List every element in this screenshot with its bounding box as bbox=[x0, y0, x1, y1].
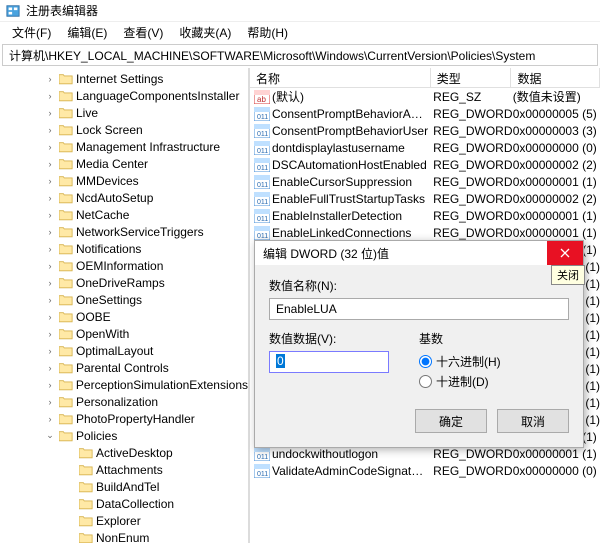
value-data-label: 数值数据(V): bbox=[269, 330, 399, 347]
tree-item[interactable]: ›Notifications bbox=[0, 240, 248, 257]
tree-item[interactable]: ›MMDevices bbox=[0, 172, 248, 189]
address-bar[interactable]: 计算机\HKEY_LOCAL_MACHINE\SOFTWARE\Microsof… bbox=[2, 44, 598, 66]
menu-edit[interactable]: 编辑(E) bbox=[59, 22, 115, 42]
table-row[interactable]: 011ValidateAdminCodeSignaturesREG_DWORD0… bbox=[250, 462, 600, 479]
radio-hex[interactable]: 十六进制(H) bbox=[419, 351, 569, 371]
col-data[interactable]: 数据 bbox=[511, 68, 600, 87]
titlebar: 注册表编辑器 bbox=[0, 0, 600, 22]
tree-item[interactable]: ›Media Center bbox=[0, 155, 248, 172]
svg-text:011: 011 bbox=[257, 182, 268, 189]
close-tooltip: 关闭 bbox=[551, 265, 585, 285]
col-name[interactable]: 名称 bbox=[250, 68, 431, 87]
radio-dec-input[interactable] bbox=[419, 375, 432, 388]
table-row[interactable]: 011dontdisplaylastusernameREG_DWORD0x000… bbox=[250, 139, 600, 156]
tree-item[interactable]: ›OptimalLayout bbox=[0, 342, 248, 359]
menu-help[interactable]: 帮助(H) bbox=[239, 22, 296, 42]
tree-item[interactable]: ›OpenWith bbox=[0, 325, 248, 342]
menu-file[interactable]: 文件(F) bbox=[4, 22, 59, 42]
tree-item[interactable]: ›NetCache bbox=[0, 206, 248, 223]
close-icon bbox=[560, 248, 570, 258]
dialog-titlebar: 编辑 DWORD (32 位)值 关闭 bbox=[255, 241, 583, 265]
base-label: 基数 bbox=[419, 330, 569, 347]
table-row[interactable]: ab(默认)REG_SZ(数值未设置) bbox=[250, 88, 600, 105]
dialog-title: 编辑 DWORD (32 位)值 bbox=[263, 245, 389, 262]
svg-text:011: 011 bbox=[257, 216, 268, 223]
menu-favorites[interactable]: 收藏夹(A) bbox=[171, 22, 239, 42]
tree-item[interactable]: Attachments bbox=[0, 461, 248, 478]
svg-text:011: 011 bbox=[257, 114, 268, 121]
tree-item[interactable]: ›Personalization bbox=[0, 393, 248, 410]
table-row[interactable]: 011ConsentPromptBehaviorAdminREG_DWORD0x… bbox=[250, 105, 600, 122]
tree-item[interactable]: ›Management Infrastructure bbox=[0, 138, 248, 155]
tree-item[interactable]: ›Live bbox=[0, 104, 248, 121]
window-title: 注册表编辑器 bbox=[26, 2, 98, 19]
table-row[interactable]: 011EnableInstallerDetectionREG_DWORD0x00… bbox=[250, 207, 600, 224]
tree-pane[interactable]: ›Internet Settings›LanguageComponentsIns… bbox=[0, 68, 250, 543]
tree-item[interactable]: ›NetworkServiceTriggers bbox=[0, 223, 248, 240]
tree-item[interactable]: ›OEMInformation bbox=[0, 257, 248, 274]
radio-hex-input[interactable] bbox=[419, 355, 432, 368]
tree-item[interactable]: ›LanguageComponentsInstaller bbox=[0, 87, 248, 104]
tree-item[interactable]: ›NcdAutoSetup bbox=[0, 189, 248, 206]
table-row[interactable]: 011EnableLinkedConnectionsREG_DWORD0x000… bbox=[250, 224, 600, 241]
ok-button[interactable]: 确定 bbox=[415, 409, 487, 433]
edit-dword-dialog: 编辑 DWORD (32 位)值 关闭 数值名称(N): 数值数据(V): 0 … bbox=[254, 240, 584, 448]
tree-item[interactable]: ›OneSettings bbox=[0, 291, 248, 308]
tree-item[interactable]: ›PerceptionSimulationExtensions bbox=[0, 376, 248, 393]
tree-item[interactable]: ›OOBE bbox=[0, 308, 248, 325]
tree-item[interactable]: ›Lock Screen bbox=[0, 121, 248, 138]
value-name-label: 数值名称(N): bbox=[269, 277, 569, 294]
tree-item[interactable]: BuildAndTel bbox=[0, 478, 248, 495]
menu-view[interactable]: 查看(V) bbox=[115, 22, 171, 42]
svg-text:011: 011 bbox=[257, 233, 268, 240]
table-row[interactable]: 011EnableCursorSuppressionREG_DWORD0x000… bbox=[250, 173, 600, 190]
table-row[interactable]: 011ConsentPromptBehaviorUserREG_DWORD0x0… bbox=[250, 122, 600, 139]
tree-item[interactable]: DataCollection bbox=[0, 495, 248, 512]
table-row[interactable]: 011DSCAutomationHostEnabledREG_DWORD0x00… bbox=[250, 156, 600, 173]
value-name-field[interactable] bbox=[269, 298, 569, 320]
svg-text:011: 011 bbox=[257, 131, 268, 138]
tree-item[interactable]: ›PhotoPropertyHandler bbox=[0, 410, 248, 427]
svg-text:011: 011 bbox=[257, 454, 268, 461]
tree-item[interactable]: NonEnum bbox=[0, 529, 248, 543]
dialog-close-button[interactable] bbox=[547, 241, 583, 265]
cancel-button[interactable]: 取消 bbox=[497, 409, 569, 433]
svg-text:011: 011 bbox=[257, 148, 268, 155]
regedit-icon bbox=[6, 4, 20, 18]
col-type[interactable]: 类型 bbox=[431, 68, 512, 87]
svg-text:ab: ab bbox=[257, 95, 266, 104]
svg-text:011: 011 bbox=[257, 199, 268, 206]
tree-item[interactable]: ›Internet Settings bbox=[0, 70, 248, 87]
tree-item[interactable]: ActiveDesktop bbox=[0, 444, 248, 461]
radio-dec[interactable]: 十进制(D) bbox=[419, 371, 569, 391]
tree-item[interactable]: ›OneDriveRamps bbox=[0, 274, 248, 291]
value-data-field[interactable]: 0 bbox=[269, 351, 389, 373]
menubar: 文件(F) 编辑(E) 查看(V) 收藏夹(A) 帮助(H) bbox=[0, 22, 600, 42]
tree-item-policies[interactable]: ⌄Policies bbox=[0, 427, 248, 444]
svg-text:011: 011 bbox=[257, 471, 268, 478]
tree-item[interactable]: ›Parental Controls bbox=[0, 359, 248, 376]
list-header: 名称 类型 数据 bbox=[250, 68, 600, 88]
table-row[interactable]: 011EnableFullTrustStartupTasksREG_DWORD0… bbox=[250, 190, 600, 207]
tree-item[interactable]: Explorer bbox=[0, 512, 248, 529]
svg-text:011: 011 bbox=[257, 165, 268, 172]
